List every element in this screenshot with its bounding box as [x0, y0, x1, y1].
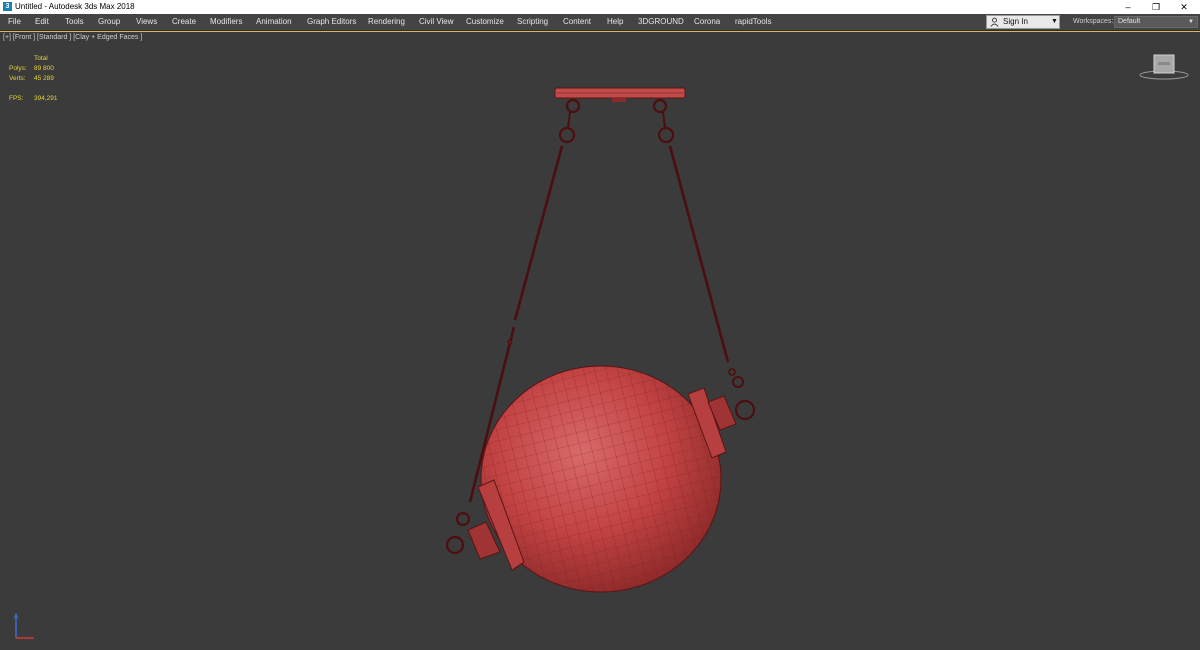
menu-item-3dground[interactable]: 3DGROUND: [638, 14, 684, 30]
menu-item-corona[interactable]: Corona: [694, 14, 720, 30]
menu-item-help[interactable]: Help: [607, 14, 623, 30]
menu-item-edit[interactable]: Edit: [35, 14, 49, 30]
app-window: 3 Untitled - Autodesk 3ds Max 2018 – ❐ ✕…: [0, 0, 1200, 650]
menu-item-graph-editors[interactable]: Graph Editors: [307, 14, 356, 30]
verts-value: 45 289: [34, 75, 54, 82]
axis-tripod-icon: [13, 612, 34, 639]
menu-item-create[interactable]: Create: [172, 14, 196, 30]
menu-item-customize[interactable]: Customize: [466, 14, 504, 30]
right-chain: [652, 98, 756, 421]
menu-item-file[interactable]: File: [8, 14, 21, 30]
window-title: Untitled - Autodesk 3ds Max 2018: [15, 2, 135, 11]
sign-in-label: Sign In: [1003, 17, 1028, 26]
menu-item-content[interactable]: Content: [563, 14, 591, 30]
user-icon: [990, 17, 999, 27]
viewcube-icon[interactable]: [1138, 52, 1190, 82]
menu-item-group[interactable]: Group: [98, 14, 120, 30]
menu-item-scripting[interactable]: Scripting: [517, 14, 548, 30]
chevron-down-icon: ▼: [1188, 19, 1194, 25]
workspace-value: Default: [1118, 18, 1141, 25]
workspaces-label: Workspaces:: [1073, 18, 1114, 25]
polys-value: 89 800: [34, 65, 54, 72]
app-icon[interactable]: 3: [3, 2, 12, 11]
menu-item-civil-view[interactable]: Civil View: [419, 14, 454, 30]
viewport-label[interactable]: [+] [Front ] [Standard ] [Clay + Edged F…: [3, 34, 142, 41]
menu-item-modifiers[interactable]: Modifiers: [210, 14, 242, 30]
menu-item-views[interactable]: Views: [136, 14, 157, 30]
verts-label: Verts:: [9, 75, 26, 82]
menu-item-animation[interactable]: Animation: [256, 14, 292, 30]
maximize-button[interactable]: ❐: [1143, 0, 1169, 14]
polys-label: Polys:: [9, 65, 27, 72]
fps-label: FPS:: [9, 95, 24, 102]
close-button[interactable]: ✕: [1171, 0, 1197, 14]
front-viewport[interactable]: [+] [Front ] [Standard ] [Clay + Edged F…: [0, 31, 1200, 650]
stats-header: Total: [34, 55, 48, 62]
chevron-down-icon: ▼: [1051, 18, 1058, 25]
menu-bar: File Edit Tools Group Views Create Modifiers An…: [0, 14, 1200, 31]
minimize-button[interactable]: –: [1115, 0, 1141, 14]
scene-render: [445, 87, 756, 593]
menu-item-rendering[interactable]: Rendering: [368, 14, 405, 30]
fps-value: 394,291: [34, 95, 58, 102]
sign-in-button[interactable]: Sign In ▼: [986, 15, 1060, 29]
menu-item-rapidtools[interactable]: rapidTools: [735, 14, 771, 30]
menu-item-tools[interactable]: Tools: [65, 14, 84, 30]
workspace-select[interactable]: Default ▼: [1114, 16, 1198, 28]
title-bar: 3 Untitled - Autodesk 3ds Max 2018 – ❐ ✕: [0, 0, 1200, 14]
